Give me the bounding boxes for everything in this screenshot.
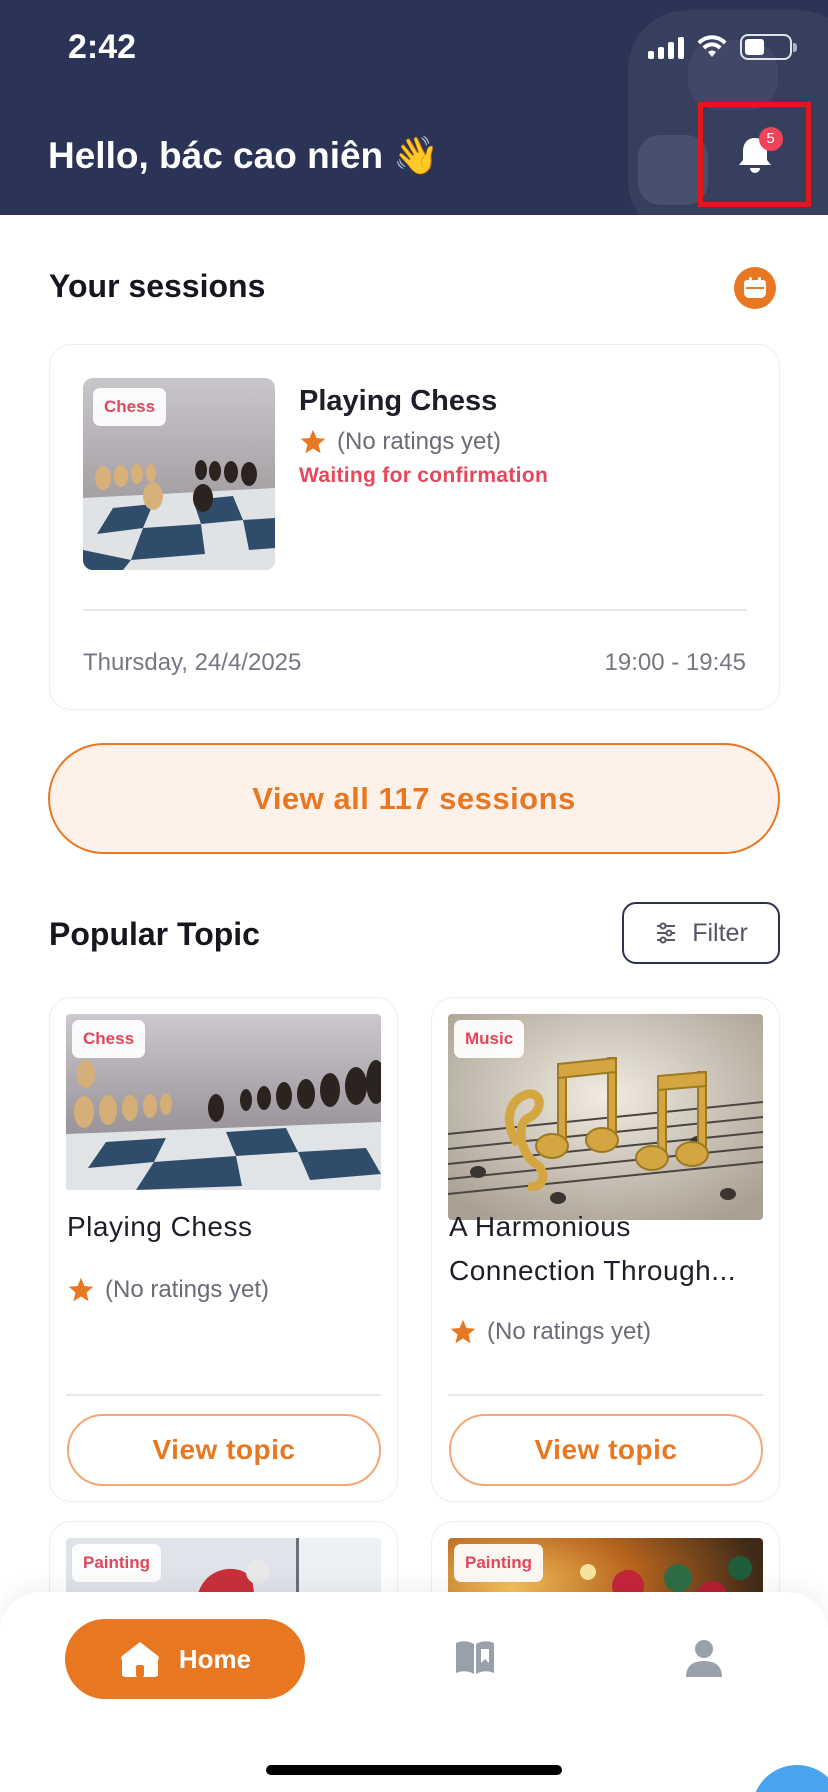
profile-icon	[686, 1640, 722, 1677]
star-icon	[68, 1277, 94, 1302]
session-tag: Chess	[93, 388, 167, 426]
topic-tag: Music	[454, 1020, 525, 1058]
notification-button[interactable]: 5	[698, 102, 811, 207]
session-date: Thursday, 24/4/2025	[83, 649, 302, 676]
filter-icon	[657, 922, 676, 944]
calendar-icon[interactable]	[734, 267, 776, 309]
status-icons	[648, 34, 797, 60]
topic-card-music[interactable]: Music A Harmonious Connection Through...…	[431, 997, 780, 1502]
topic-tag: Painting	[454, 1544, 544, 1582]
topic-image: Chess	[66, 1014, 381, 1190]
divider	[83, 609, 747, 611]
filter-label: Filter	[692, 918, 748, 947]
status-time: 2:42	[68, 28, 137, 66]
topic-image: Music	[448, 1014, 763, 1220]
bottom-nav: Home	[0, 1592, 828, 1792]
nav-home-label: Home	[178, 1643, 252, 1674]
topic-rating: (No ratings yet)	[449, 1318, 651, 1346]
rating-text: (No ratings yet)	[337, 428, 502, 455]
topic-rating: (No ratings yet)	[67, 1276, 269, 1304]
session-name: Playing Chess	[299, 385, 498, 417]
divider	[66, 1394, 381, 1396]
notification-badge: 5	[758, 126, 783, 151]
filter-button[interactable]: Filter	[622, 902, 780, 964]
topic-tag: Painting	[72, 1544, 162, 1582]
view-topic-button[interactable]: View topic	[449, 1414, 763, 1486]
topic-name: Playing Chess	[67, 1211, 253, 1242]
nav-profile-button[interactable]	[683, 1637, 725, 1684]
session-rating: (No ratings yet)	[299, 428, 501, 456]
topic-name-line-2: Connection Through...	[449, 1255, 737, 1286]
star-icon	[300, 429, 326, 454]
session-card[interactable]: Chess Playing Chess (No ratings yet) Wai…	[49, 344, 780, 710]
session-image: Chess	[83, 378, 275, 570]
topic-tag: Chess	[72, 1020, 146, 1058]
divider	[448, 1394, 763, 1396]
topic-card-chess[interactable]: Chess Playing Chess (No ratings yet) Vie…	[49, 997, 398, 1502]
home-icon	[121, 1642, 159, 1677]
view-all-sessions-button[interactable]: View all 117 sessions	[48, 743, 780, 854]
book-icon	[456, 1641, 494, 1674]
popular-title: Popular Topic	[49, 916, 260, 952]
session-status: Waiting for confirmation	[299, 464, 549, 487]
nav-home-button[interactable]: Home	[65, 1619, 305, 1699]
nav-topics-button[interactable]	[453, 1637, 497, 1682]
battery-icon	[740, 34, 797, 60]
wifi-icon	[697, 35, 727, 57]
sessions-title: Your sessions	[49, 268, 266, 304]
session-time: 19:00 - 19:45	[604, 649, 746, 676]
view-topic-button[interactable]: View topic	[67, 1414, 381, 1486]
greeting-text: Hello, bác cao niên 👋	[48, 135, 440, 176]
signal-icon	[648, 35, 684, 59]
rating-text: (No ratings yet)	[487, 1318, 652, 1345]
topic-name-line-1: A Harmonious	[449, 1211, 631, 1242]
rating-text: (No ratings yet)	[105, 1276, 270, 1303]
app-header: 2:42 Hello, bác cao niên 👋 5	[0, 0, 828, 215]
home-indicator	[266, 1765, 562, 1775]
star-icon	[450, 1319, 476, 1344]
